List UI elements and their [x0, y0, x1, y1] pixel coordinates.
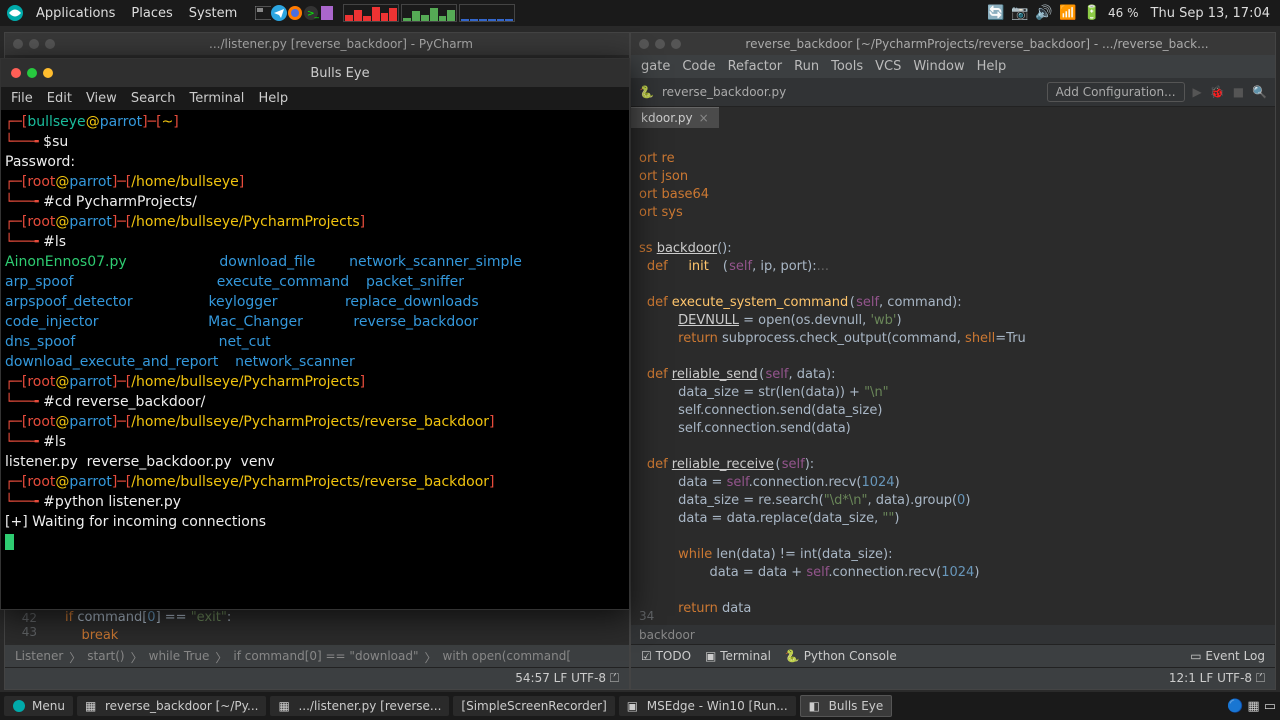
tool-window-bar[interactable]: ☑ TODO ▣ Terminal 🐍 Python Console ▭ Eve…	[631, 644, 1275, 667]
editor-tab[interactable]: kdoor.py×	[631, 107, 719, 128]
task-item-active[interactable]: ◧Bulls Eye	[800, 695, 893, 717]
taskbar: Menu ▦reverse_backdoor [~/Py... ▦.../lis…	[0, 692, 1280, 720]
window-title: .../listener.py [reverse_backdoor] - PyC…	[61, 37, 621, 51]
terminal-title: Bulls Eye	[61, 66, 619, 81]
terminal-menu[interactable]: FileEditViewSearchTerminalHelp	[1, 87, 629, 110]
file-tab[interactable]: reverse_backdoor.py	[662, 85, 786, 99]
notes-icon[interactable]	[319, 5, 335, 21]
status-bar: 54:57 LF UTF-8 ⏍	[515, 671, 619, 686]
task-item[interactable]: ▦reverse_backdoor [~/Py...	[77, 696, 267, 716]
pycharm-window-backdoor[interactable]: reverse_backdoor [~/PycharmProjects/reve…	[630, 32, 1276, 690]
window-controls[interactable]	[639, 39, 681, 49]
task-item[interactable]: ▣MSEdge - Win10 [Run...	[619, 696, 796, 716]
firefox-icon[interactable]	[287, 5, 303, 21]
battery-pct: 46 %	[1108, 6, 1139, 20]
add-configuration-button[interactable]: Add Configuration...	[1047, 82, 1185, 102]
cursor	[5, 534, 14, 550]
menu-places[interactable]: Places	[123, 6, 180, 21]
event-log[interactable]: ▭ Event Log	[1190, 649, 1265, 663]
main-menu[interactable]: gateCodeRefactorRunToolsVCSWindowHelp	[631, 55, 1275, 78]
run-icon[interactable]: ▶	[1193, 85, 1202, 99]
update-icon[interactable]: 🔄	[988, 5, 1004, 21]
menu-button[interactable]: Menu	[4, 696, 73, 716]
telegram-icon[interactable]	[271, 5, 287, 21]
window-controls[interactable]	[13, 39, 55, 49]
window-title: reverse_backdoor [~/PycharmProjects/reve…	[687, 37, 1267, 51]
debug-icon[interactable]: 🐞	[1210, 85, 1225, 99]
terminal-launcher-icon[interactable]: >_	[303, 5, 319, 21]
distro-icon	[6, 4, 24, 22]
menu-applications[interactable]: Applications	[28, 6, 123, 21]
code-editor[interactable]: ort re ort json ort base64 ort sys ss ba…	[631, 128, 1275, 640]
window-controls[interactable]	[11, 68, 53, 78]
workspace-icon[interactable]	[255, 5, 271, 21]
clock[interactable]: Thu Sep 13, 17:04	[1151, 6, 1270, 21]
menu-system[interactable]: System	[181, 6, 245, 21]
stop-icon[interactable]: ■	[1233, 85, 1244, 99]
camera-icon[interactable]: 📷	[1012, 5, 1028, 21]
pycharm-tray-icon[interactable]: ▦	[1247, 699, 1259, 714]
python-file-icon: 🐍	[639, 85, 654, 99]
breadcrumb: backdoor	[631, 625, 1275, 645]
task-item[interactable]: ▦.../listener.py [reverse...	[270, 696, 449, 716]
show-desktop-icon[interactable]: ▭	[1264, 699, 1276, 714]
close-icon[interactable]: ×	[699, 111, 709, 125]
vm-icon[interactable]: 🔵	[1227, 699, 1243, 714]
search-icon[interactable]: 🔍	[1252, 85, 1267, 99]
top-panel: Applications Places System >_ 🔄 📷 🔊 📶 🔋 …	[0, 0, 1280, 26]
battery-icon[interactable]: 🔋	[1084, 5, 1100, 21]
terminal-output[interactable]: ┌─[bullseye@parrot]─[~] └──╼ $su Passwor…	[1, 110, 629, 554]
system-monitor-widget[interactable]	[343, 4, 515, 22]
network-icon[interactable]: 📶	[1060, 5, 1076, 21]
svg-text:>_: >_	[307, 9, 319, 19]
status-bar: 12:1 LF UTF-8 ⏍	[1169, 671, 1265, 686]
task-item[interactable]: [SimpleScreenRecorder]	[453, 696, 614, 716]
volume-icon[interactable]: 🔊	[1036, 5, 1052, 21]
terminal-window[interactable]: Bulls Eye FileEditViewSearchTerminalHelp…	[0, 58, 630, 610]
